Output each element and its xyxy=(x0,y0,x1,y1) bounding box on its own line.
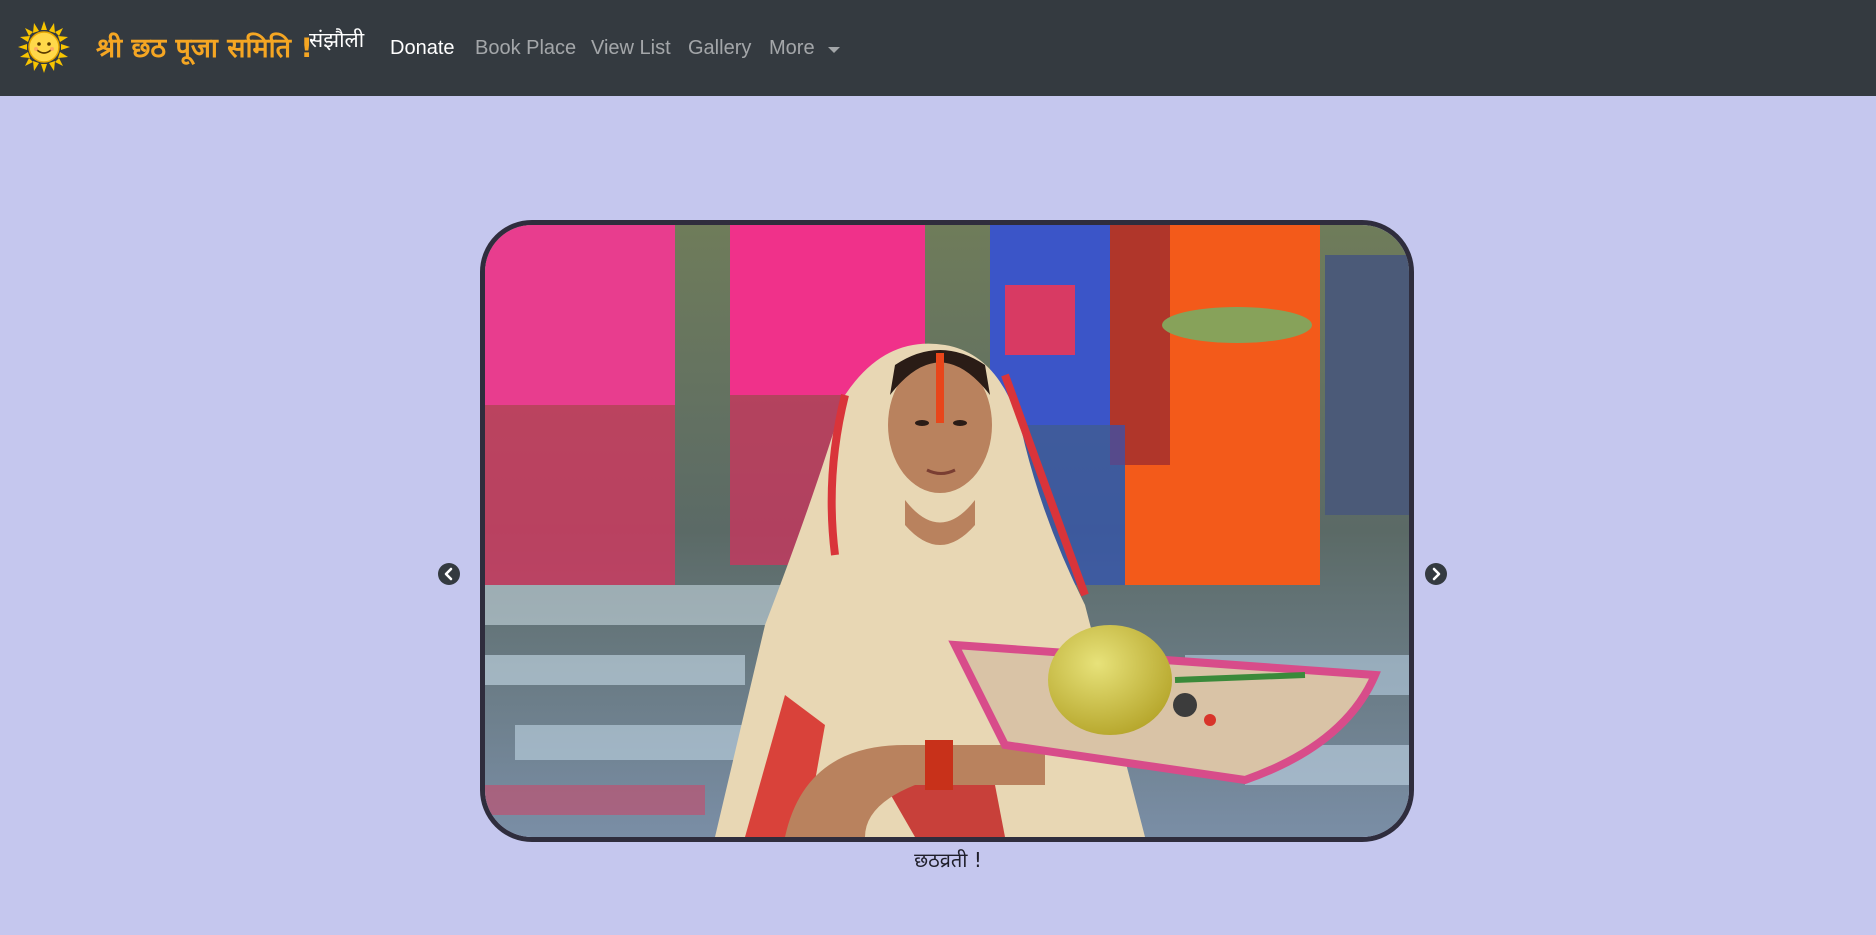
carousel-slide-image xyxy=(480,220,1414,842)
nav-book-place[interactable]: Book Place xyxy=(475,37,576,60)
nav-donate[interactable]: Donate xyxy=(390,37,455,60)
nav-gallery[interactable]: Gallery xyxy=(688,37,751,60)
carousel-next-button[interactable] xyxy=(1425,563,1447,585)
chevron-right-icon xyxy=(1432,567,1441,581)
brand-location: संझौली xyxy=(309,28,365,52)
nav-view-list[interactable]: View List xyxy=(591,37,671,60)
caret-down-icon xyxy=(828,47,840,53)
carousel-prev-button[interactable] xyxy=(438,563,460,585)
sun-logo-icon[interactable] xyxy=(18,21,70,73)
navbar: श्री छठ पूजा समिति ! संझौली Donate Book … xyxy=(0,0,1876,96)
devotee-photo xyxy=(485,225,1409,837)
brand-title[interactable]: श्री छठ पूजा समिति ! xyxy=(96,28,313,65)
carousel-caption: छठव्रती ! xyxy=(914,848,982,872)
chevron-left-icon xyxy=(444,567,453,581)
nav-more-dropdown[interactable]: More xyxy=(769,37,815,60)
